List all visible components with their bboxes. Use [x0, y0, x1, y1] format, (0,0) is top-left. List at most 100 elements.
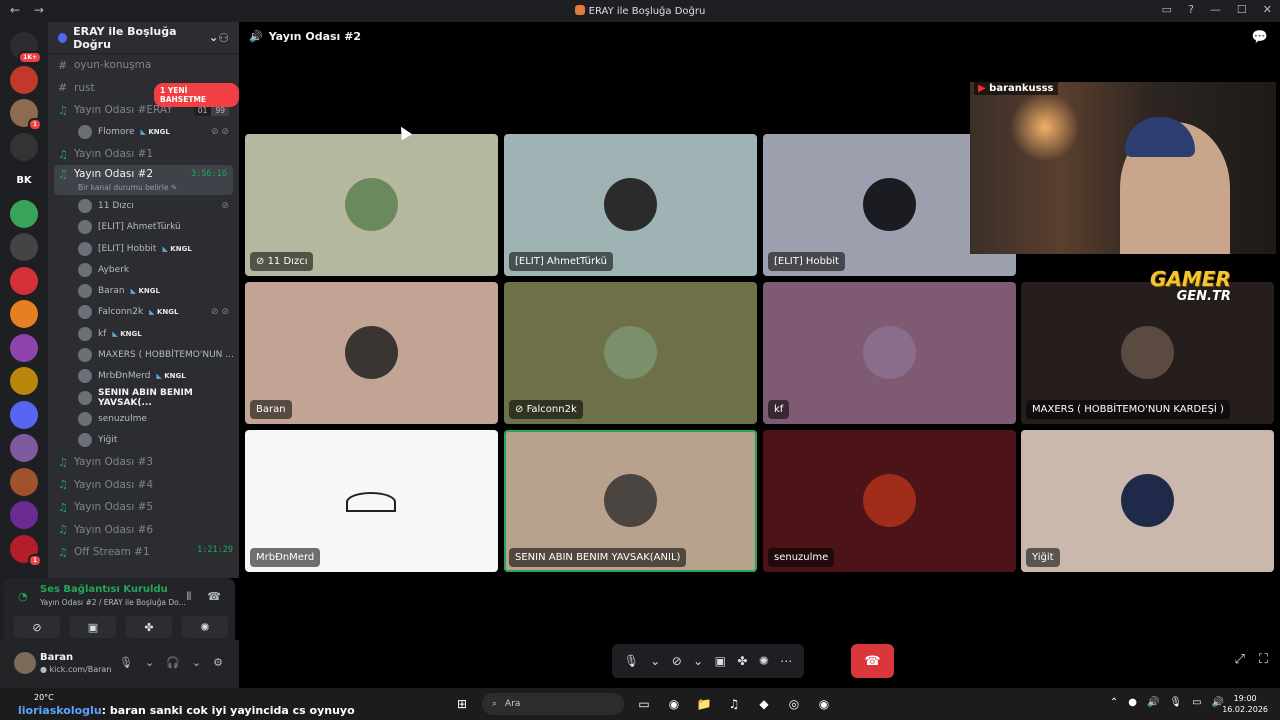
- chevron-down-icon[interactable]: ⌄: [650, 654, 660, 668]
- server-icon[interactable]: [10, 233, 38, 261]
- participant-tile[interactable]: ⊘ Falconn2k: [504, 282, 757, 424]
- voice-channel[interactable]: ♫ Yayın Odası #3: [48, 451, 239, 474]
- voice-channel[interactable]: ♫ Yayın Odası #5: [48, 496, 239, 519]
- noise-suppression-icon[interactable]: ⦀: [186, 590, 191, 604]
- spotify-icon[interactable]: ♫: [724, 694, 744, 714]
- clock[interactable]: 19:00 16.02.2026: [1222, 693, 1268, 715]
- fullscreen-icon[interactable]: ⛶: [1259, 652, 1268, 667]
- server-icon[interactable]: [10, 132, 38, 161]
- voice-channel[interactable]: ♫ Yayın Odası #1: [48, 143, 239, 166]
- mention-pill[interactable]: 1 YENİ BAHSETME: [154, 83, 239, 107]
- voice-status[interactable]: Ses Bağlantısı Kuruldu: [40, 584, 168, 595]
- more-icon[interactable]: ⋯: [780, 654, 792, 668]
- server-icon[interactable]: BK: [10, 166, 38, 194]
- participant-tile[interactable]: MrbÐnMerd: [245, 430, 498, 572]
- minimize-icon[interactable]: —: [1210, 3, 1221, 16]
- maximize-icon[interactable]: ☐: [1237, 3, 1247, 16]
- voice-user[interactable]: Yiğit: [48, 430, 239, 451]
- edge-icon[interactable]: ◉: [664, 694, 684, 714]
- mic-icon[interactable]: 🎙: [624, 654, 639, 668]
- voice-channel[interactable]: ♫ Yayın Odası #4: [48, 473, 239, 496]
- server-icon[interactable]: 1: [10, 534, 42, 567]
- server-icon[interactable]: 1: [10, 99, 42, 131]
- voice-channel[interactable]: ♫ Yayın Odası #6: [48, 518, 239, 541]
- status-icon[interactable]: ●: [1128, 697, 1137, 708]
- screen-share-icon[interactable]: ▣: [715, 654, 726, 668]
- activities-icon[interactable]: ✤: [737, 654, 747, 668]
- server-header[interactable]: ERAY ile Boşluğa Doğru ⌄ ⚇: [48, 22, 239, 54]
- camera-off-icon[interactable]: ⊘: [672, 654, 682, 668]
- voice-user[interactable]: Ayberk: [48, 259, 239, 280]
- voice-user[interactable]: MrbÐnMerd KNGL: [48, 366, 239, 387]
- server-icon[interactable]: [10, 266, 38, 295]
- screen-share-icon[interactable]: ▭: [1162, 3, 1172, 16]
- server-icon[interactable]: [10, 65, 38, 94]
- voice-channel[interactable]: ♫ Off Stream #1 1:21:29: [48, 541, 239, 564]
- voice-channel[interactable]: ♫ Yayın Odası #2 3:56:16 Bir kanal durumu b…: [54, 165, 233, 196]
- participant-tile[interactable]: ⊘ 11 Dızcı: [245, 134, 498, 276]
- server-icon[interactable]: [10, 367, 38, 395]
- voice-user[interactable]: Baran KNGL: [48, 280, 239, 301]
- weather-temp[interactable]: 20°C: [34, 693, 54, 702]
- voice-user[interactable]: SENIN ABIN BENIM YAVSAK(...: [48, 387, 239, 408]
- server-icon[interactable]: [10, 300, 38, 328]
- add-user-icon[interactable]: ⚇: [218, 31, 229, 45]
- soundboard-icon[interactable]: ✺: [182, 616, 228, 638]
- server-icon[interactable]: [10, 434, 38, 462]
- disconnect-icon[interactable]: ☎: [207, 590, 221, 604]
- screen-share-icon[interactable]: ▣: [70, 616, 116, 638]
- voice-user[interactable]: [ELIT] Hobbit KNGL: [48, 238, 239, 259]
- display-icon[interactable]: ▭: [1192, 697, 1201, 708]
- voice-location[interactable]: Yayın Odası #2 / ERAY ile Boşluğa Do...: [40, 598, 186, 607]
- soundboard-icon[interactable]: ✺: [759, 654, 769, 668]
- voice-user[interactable]: Falconn2k KNGL ⊘ ⊘: [48, 302, 239, 323]
- server-icon[interactable]: 1K+: [10, 32, 42, 64]
- mic-icon[interactable]: 🎙: [119, 656, 133, 669]
- participant-tile[interactable]: Yiğit: [1021, 430, 1274, 572]
- chevron-down-icon[interactable]: ⌄: [693, 654, 703, 668]
- chevron-down-icon[interactable]: ⌄: [145, 656, 154, 669]
- server-icon[interactable]: [10, 400, 38, 429]
- voice-user[interactable]: Flomore KNGL ⊘ ⊘: [48, 122, 239, 143]
- task-view-icon[interactable]: ▭: [634, 694, 654, 714]
- participant-tile[interactable]: senuzulme: [763, 430, 1016, 572]
- headphones-icon[interactable]: 🎧: [166, 656, 180, 669]
- app-icon[interactable]: ◆: [754, 694, 774, 714]
- mic-icon[interactable]: 🎙: [1169, 697, 1182, 708]
- participant-tile[interactable]: kf: [763, 282, 1016, 424]
- start-icon[interactable]: ⊞: [452, 694, 472, 714]
- voice-user[interactable]: senuzulme: [48, 408, 239, 429]
- camera-off-icon[interactable]: ⊘: [14, 616, 60, 638]
- chevron-up-icon[interactable]: ⌃: [1110, 697, 1118, 708]
- app-icon[interactable]: ◉: [814, 694, 834, 714]
- voice-user[interactable]: [ELIT] AhmetTürkü: [48, 217, 239, 238]
- hangup-button[interactable]: ☎: [851, 644, 894, 678]
- participant-tile[interactable]: MAXERS ( HOBBİTEMO'NUN KARDEŞİ ): [1021, 282, 1274, 424]
- chat-icon[interactable]: 💬: [1252, 30, 1268, 45]
- participant-tile[interactable]: [ELIT] AhmetTürkü: [504, 134, 757, 276]
- voice-user[interactable]: MAXERS ( HOBBİTEMO'NUN ...: [48, 344, 239, 365]
- server-icon[interactable]: [10, 199, 38, 228]
- text-channel[interactable]: # oyun-konuşma: [48, 54, 239, 77]
- signal-icon[interactable]: ◔: [18, 590, 28, 603]
- voice-user[interactable]: kf KNGL: [48, 323, 239, 344]
- speaker-icon[interactable]: 🔊: [1147, 697, 1159, 708]
- help-icon[interactable]: ?: [1188, 3, 1194, 16]
- username[interactable]: Baran: [40, 652, 73, 663]
- user-status[interactable]: ● kick.com/Baran: [40, 665, 111, 674]
- chevron-down-icon[interactable]: ⌄: [192, 656, 201, 669]
- folder-icon[interactable]: 📁: [694, 694, 714, 714]
- server-icon[interactable]: [10, 467, 38, 496]
- search-box[interactable]: ⌕ Ara: [482, 693, 624, 715]
- discord-icon[interactable]: ◎: [784, 694, 804, 714]
- participant-tile[interactable]: Baran: [245, 282, 498, 424]
- participant-tile[interactable]: SENIN ABIN BENIM YAVSAK(ANIL): [504, 430, 757, 572]
- voice-user[interactable]: 11 Dızcı ⊘: [48, 195, 239, 216]
- channel-status[interactable]: Bir kanal durumu belirle ✎: [78, 183, 177, 192]
- server-icon[interactable]: [10, 501, 38, 529]
- popout-icon[interactable]: ⤢: [1234, 652, 1244, 667]
- server-icon[interactable]: [10, 333, 38, 362]
- activities-icon[interactable]: ✤: [126, 616, 172, 638]
- avatar[interactable]: [14, 652, 36, 674]
- close-icon[interactable]: ✕: [1263, 3, 1272, 16]
